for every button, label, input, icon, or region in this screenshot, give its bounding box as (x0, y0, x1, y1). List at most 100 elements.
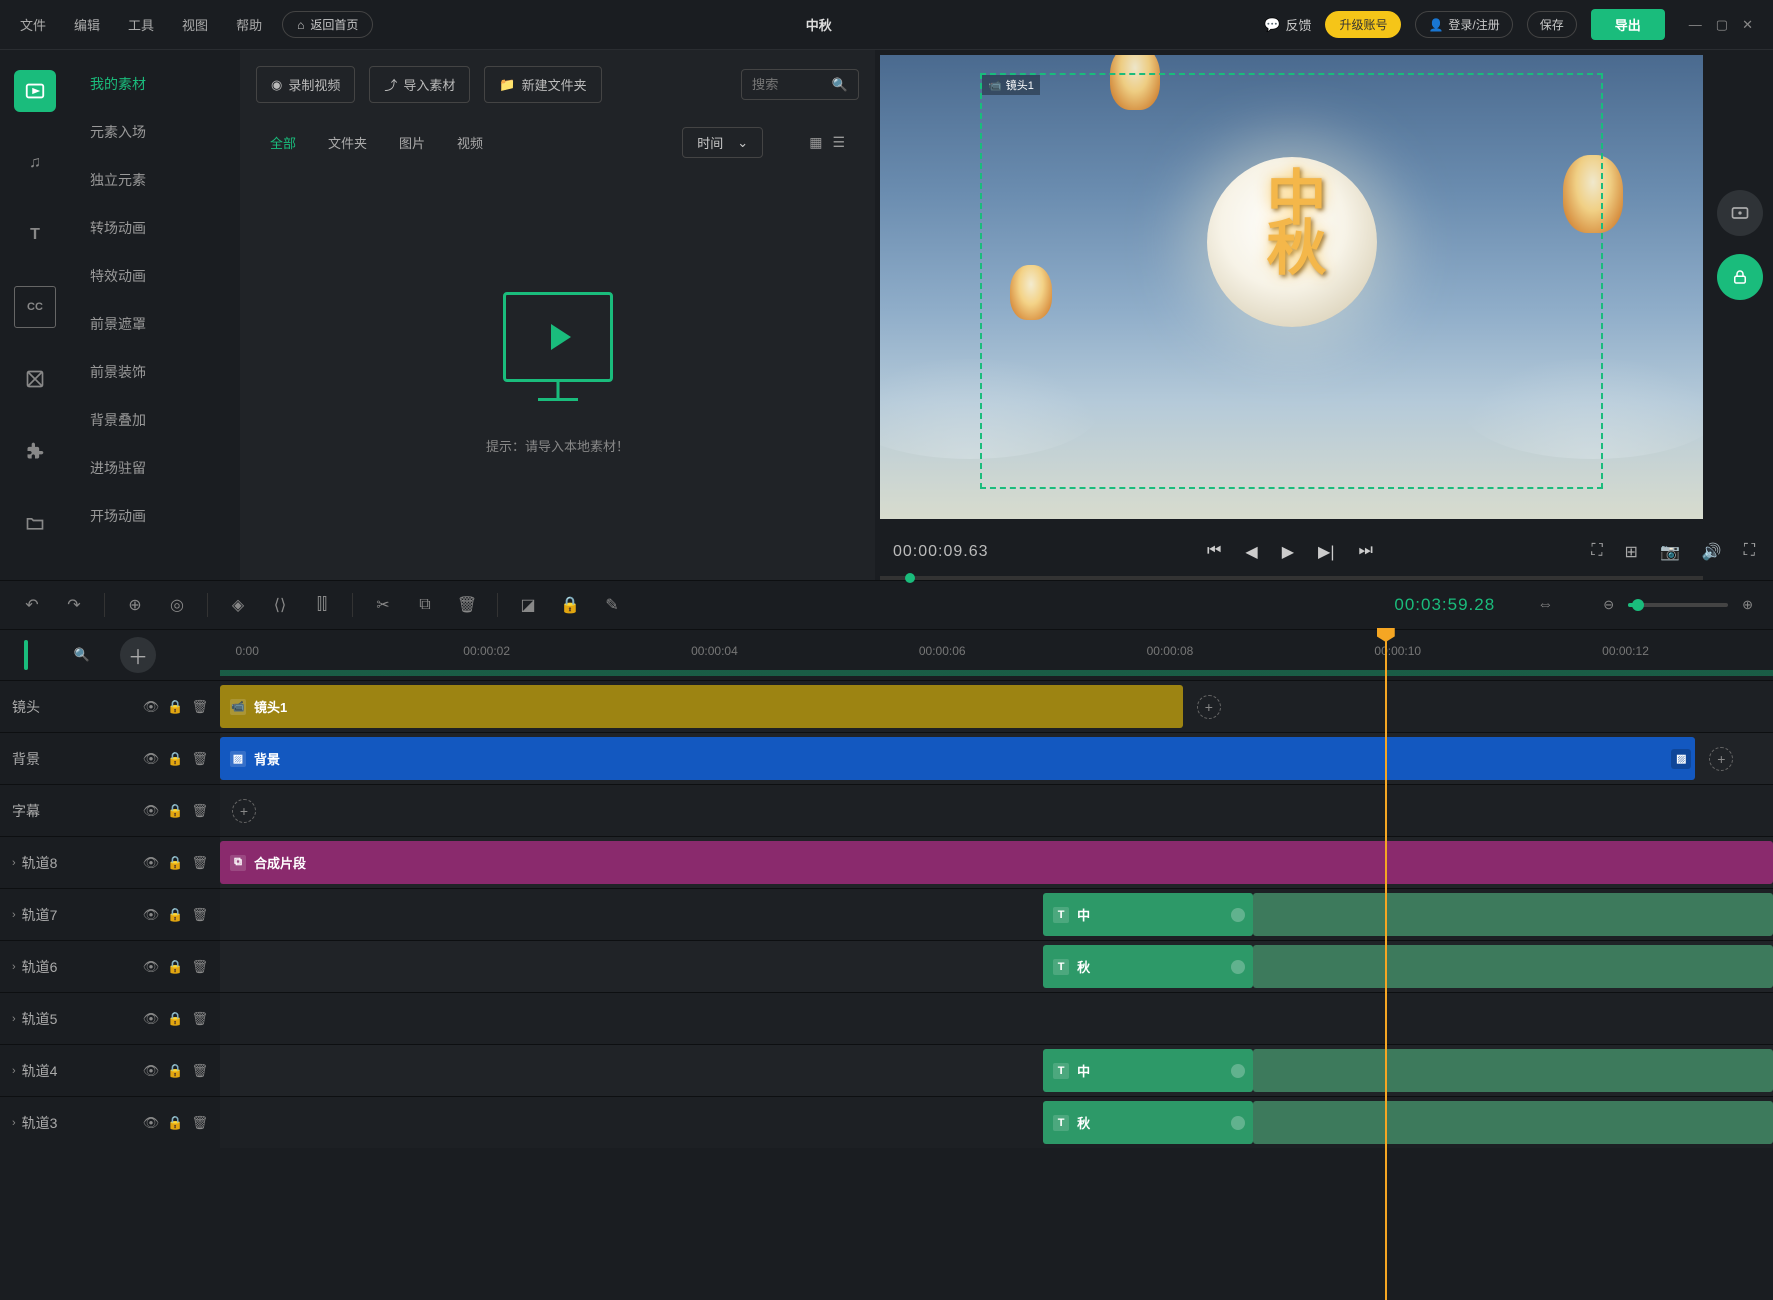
category-item[interactable]: 前景遮罩 (70, 300, 240, 348)
rail-music-icon[interactable]: ♫ (14, 142, 56, 184)
snapshot-icon[interactable]: 📷 (1660, 542, 1680, 562)
timeline-clip[interactable]: T中 (1043, 1049, 1253, 1092)
next-frame-icon[interactable]: ▶| (1318, 542, 1334, 562)
delete-icon[interactable]: 🗑 (455, 595, 479, 615)
category-item[interactable]: 元素入场 (70, 108, 240, 156)
chevron-right-icon[interactable]: › (12, 857, 16, 869)
add-clip-icon[interactable]: + (1197, 695, 1221, 719)
zoom-handle[interactable] (1632, 599, 1644, 611)
upgrade-button[interactable]: 升级账号 (1325, 11, 1401, 38)
eye-icon[interactable]: 👁 (143, 1063, 160, 1079)
track-lane[interactable]: T秋 (220, 1097, 1773, 1148)
track-lane[interactable]: T中 (220, 1045, 1773, 1096)
undo-icon[interactable]: ↶ (20, 595, 44, 615)
goto-end-icon[interactable]: ⏭ (1358, 542, 1372, 562)
eye-icon[interactable]: 👁 (143, 803, 160, 819)
import-button[interactable]: ⤴导入素材 (369, 66, 470, 103)
rail-cc-icon[interactable]: CC (14, 286, 56, 328)
timeline-clip[interactable]: ⧉合成片段 (220, 841, 1773, 884)
fullscreen-icon[interactable]: ⛶ (1744, 542, 1755, 562)
save-button[interactable]: 保存 (1527, 11, 1577, 38)
track-delete-icon[interactable]: 🗑 (191, 855, 208, 871)
eye-icon[interactable]: 👁 (143, 855, 160, 871)
track-delete-icon[interactable]: 🗑 (191, 959, 208, 975)
edit-icon[interactable]: ✎ (600, 595, 624, 615)
menu-help[interactable]: 帮助 (236, 15, 262, 34)
safe-zone-icon[interactable] (1717, 190, 1763, 236)
play-icon[interactable]: ▶ (1282, 542, 1294, 562)
track-delete-icon[interactable]: 🗑 (191, 907, 208, 923)
track-lock-icon[interactable]: 🔒 (167, 959, 183, 975)
track-lock-icon[interactable]: 🔒 (167, 1063, 183, 1079)
mask-icon[interactable]: ◪ (516, 595, 540, 615)
playhead[interactable] (1385, 630, 1387, 1300)
progress-handle[interactable] (905, 573, 915, 583)
add-track-button[interactable]: ＋ (120, 637, 156, 673)
timeline-clip[interactable]: T秋 (1043, 1101, 1253, 1144)
tab-image[interactable]: 图片 (399, 133, 425, 152)
rail-plugin-icon[interactable] (14, 430, 56, 472)
selection-box[interactable]: 📹镜头1 (980, 73, 1603, 489)
preview-progress[interactable] (880, 576, 1703, 580)
menu-edit[interactable]: 编辑 (74, 15, 100, 34)
track-lock-icon[interactable]: 🔒 (167, 1115, 183, 1131)
new-folder-button[interactable]: 📁新建文件夹 (484, 66, 601, 103)
track-delete-icon[interactable]: 🗑 (191, 1115, 208, 1131)
search-input[interactable] (742, 70, 822, 99)
goto-start-icon[interactable]: ⏮ (1207, 542, 1221, 562)
track-lane[interactable]: T秋 (220, 941, 1773, 992)
track-lane[interactable]: T中 (220, 889, 1773, 940)
zoom-out-icon[interactable]: ⊖ (1603, 597, 1614, 613)
rail-text-icon[interactable]: T (14, 214, 56, 256)
close-icon[interactable]: ✕ (1742, 17, 1753, 33)
track-lane[interactable] (220, 993, 1773, 1044)
category-item[interactable]: 独立元素 (70, 156, 240, 204)
timeline-clip[interactable]: ▨背景▨ (220, 737, 1695, 780)
track-lock-icon[interactable]: 🔒 (167, 855, 183, 871)
category-item[interactable]: 转场动画 (70, 204, 240, 252)
track-lock-icon[interactable]: 🔒 (167, 699, 183, 715)
preview-canvas[interactable]: 中秋 📹镜头1 (880, 55, 1703, 519)
mirror-icon[interactable]: ⫿⫿ (310, 596, 334, 614)
add-clip-icon[interactable]: + (232, 799, 256, 823)
menu-file[interactable]: 文件 (20, 15, 46, 34)
track-lane[interactable]: ⧉合成片段 (220, 837, 1773, 888)
timeline-clip[interactable] (1253, 1049, 1773, 1092)
crop-icon[interactable]: ✂ (371, 595, 395, 615)
chevron-right-icon[interactable]: › (12, 909, 16, 921)
tab-all[interactable]: 全部 (270, 133, 296, 152)
timeline-clip[interactable]: T秋 (1043, 945, 1253, 988)
prev-frame-icon[interactable]: ◀ (1245, 542, 1257, 562)
chevron-right-icon[interactable]: › (12, 961, 16, 973)
tab-video[interactable]: 视频 (457, 133, 483, 152)
keyframe-icon[interactable] (1231, 1116, 1245, 1130)
menu-tools[interactable]: 工具 (128, 15, 154, 34)
category-item[interactable]: 背景叠加 (70, 396, 240, 444)
zoom-in-icon[interactable]: ⊕ (1742, 597, 1753, 613)
track-lock-icon[interactable]: 🔒 (167, 803, 183, 819)
eye-icon[interactable]: 👁 (143, 751, 160, 767)
feedback-button[interactable]: 💬反馈 (1264, 15, 1311, 34)
eye-icon[interactable]: 👁 (143, 1115, 160, 1131)
target-icon[interactable]: ◎ (165, 595, 189, 615)
list-view-icon[interactable]: ☰ (832, 134, 845, 151)
eye-icon[interactable]: 👁 (143, 959, 160, 975)
chevron-right-icon[interactable]: › (12, 1117, 16, 1129)
timeline-clip[interactable]: T中 (1043, 893, 1253, 936)
keyframe-icon[interactable] (1231, 908, 1245, 922)
grid-view-icon[interactable]: ▦ (809, 134, 822, 151)
track-delete-icon[interactable]: 🗑 (191, 699, 208, 715)
timeline-clip[interactable] (1253, 1101, 1773, 1144)
back-home-button[interactable]: ⌂ 返回首页 (282, 11, 373, 38)
maximize-icon[interactable]: ▢ (1716, 17, 1728, 33)
eye-icon[interactable]: 👁 (143, 1011, 160, 1027)
volume-icon[interactable]: 🔊 (1702, 542, 1722, 562)
rail-folder-icon[interactable] (14, 502, 56, 544)
keyframe-icon[interactable] (1231, 960, 1245, 974)
keyframe-icon[interactable] (1231, 1064, 1245, 1078)
add-clip-icon[interactable]: + (1709, 747, 1733, 771)
track-lock-icon[interactable]: 🔒 (167, 1011, 183, 1027)
category-item[interactable]: 我的素材 (70, 60, 240, 108)
screen-icon[interactable]: ⛶ (1591, 542, 1602, 562)
login-button[interactable]: 👤登录/注册 (1415, 11, 1512, 38)
